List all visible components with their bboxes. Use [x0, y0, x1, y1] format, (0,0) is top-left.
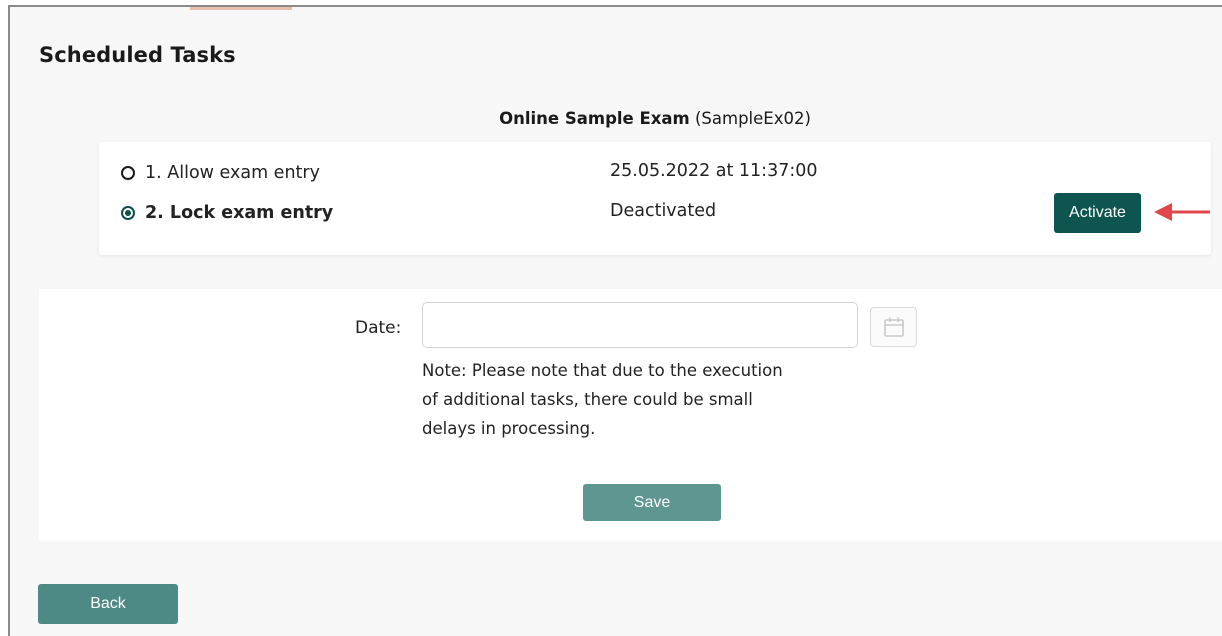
- page-title: Scheduled Tasks: [39, 43, 236, 67]
- date-input[interactable]: [422, 302, 858, 348]
- task-label: 2. Lock exam entry: [145, 203, 334, 223]
- note-line: Note: Please note that due to the execut…: [422, 361, 783, 380]
- radio-unchecked-icon[interactable]: [121, 166, 135, 180]
- processing-note: Note: Please note that due to the execut…: [422, 356, 842, 443]
- save-button[interactable]: Save: [583, 484, 721, 521]
- exam-heading: Online Sample Exam (SampleEx02): [0, 109, 1222, 128]
- date-label: Date:: [355, 318, 402, 338]
- radio-checked-icon[interactable]: [121, 206, 135, 220]
- calendar-icon: [883, 317, 904, 337]
- task-option-lock-entry[interactable]: 2. Lock exam entry: [121, 201, 333, 225]
- note-line: of additional tasks, there could be smal…: [422, 390, 753, 409]
- scheduled-tasks-card: 1. Allow exam entry 25.05.2022 at 11:37:…: [99, 142, 1211, 255]
- exam-code: (SampleEx02): [694, 109, 811, 128]
- activate-button[interactable]: Activate: [1054, 193, 1141, 233]
- back-button[interactable]: Back: [38, 584, 178, 624]
- task-option-allow-entry[interactable]: 1. Allow exam entry: [121, 161, 320, 185]
- note-line: delays in processing.: [422, 419, 596, 438]
- active-tab-indicator: [190, 7, 292, 10]
- task-label: 1. Allow exam entry: [145, 163, 320, 183]
- exam-name: Online Sample Exam: [499, 109, 690, 128]
- task-status: Deactivated: [610, 201, 717, 221]
- red-arrow-left-icon: [1154, 203, 1210, 221]
- calendar-button[interactable]: [870, 307, 917, 347]
- date-form-panel: Date: Note: Please note that due to the …: [39, 289, 1222, 541]
- task-status: 25.05.2022 at 11:37:00: [610, 161, 818, 181]
